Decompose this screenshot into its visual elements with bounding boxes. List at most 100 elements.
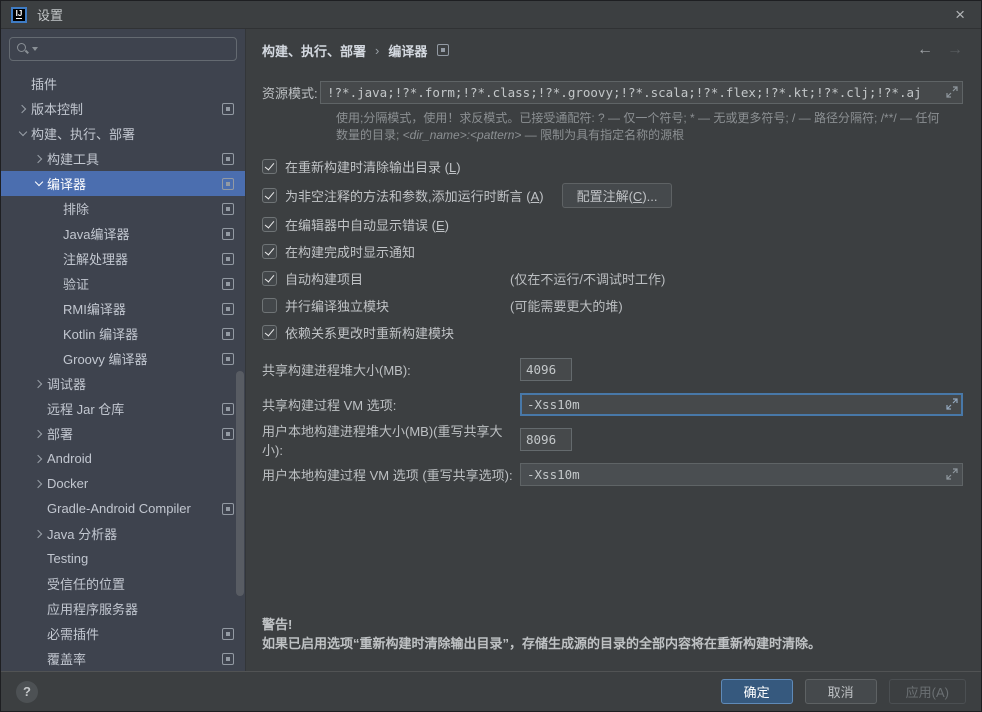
resource-patterns-label: 资源模式: (262, 83, 320, 102)
sidebar-item[interactable]: 构建、执行、部署 (1, 121, 245, 146)
expand-field-icon[interactable] (946, 86, 958, 98)
sidebar-item[interactable]: Java 分析器 (1, 521, 245, 546)
tree-indent-spacer (31, 401, 47, 417)
sidebar-scrollbar-thumb[interactable] (236, 371, 244, 596)
sidebar-item[interactable]: Docker (1, 471, 245, 496)
sidebar-item-label: 注解处理器 (63, 249, 128, 268)
screen-icon (222, 178, 234, 190)
sidebar-item[interactable]: Gradle-Android Compiler (1, 496, 245, 521)
sidebar-item[interactable]: 构建工具 (1, 146, 245, 171)
sidebar-item[interactable]: 应用程序服务器 (1, 596, 245, 621)
sidebar-item[interactable]: Android (1, 446, 245, 471)
sidebar-item-label: Docker (47, 476, 88, 491)
sidebar-item[interactable]: 排除 (1, 196, 245, 221)
shared-vm-options-wrap (520, 393, 963, 416)
tree-indent-spacer (15, 76, 31, 92)
chevron-right-icon[interactable] (31, 451, 47, 467)
sidebar-item-label: 插件 (31, 74, 57, 93)
checkbox[interactable] (262, 188, 277, 203)
cancel-button[interactable]: 取消 (805, 679, 877, 704)
search-input[interactable] (42, 42, 230, 57)
checkbox[interactable] (262, 325, 277, 340)
sidebar-item[interactable]: 远程 Jar 仓库 (1, 396, 245, 421)
breadcrumb-separator: › (375, 43, 379, 58)
sidebar-item[interactable]: 调试器 (1, 371, 245, 396)
chevron-right-icon[interactable] (31, 426, 47, 442)
checkbox[interactable] (262, 298, 277, 313)
resource-patterns-field-wrap (320, 81, 963, 104)
sidebar-item[interactable]: Groovy 编译器 (1, 346, 245, 371)
sidebar-item[interactable]: 受信任的位置 (1, 571, 245, 596)
checkbox[interactable] (262, 159, 277, 174)
chevron-down-icon[interactable] (31, 176, 47, 192)
sidebar-item[interactable]: Testing (1, 546, 245, 571)
checkbox-label: 并行编译独立模块 (285, 296, 389, 315)
checkbox[interactable] (262, 244, 277, 259)
sidebar-item-label: 排除 (63, 199, 89, 218)
shared-heap-size-input[interactable] (520, 358, 572, 381)
sidebar-item[interactable]: Kotlin 编译器 (1, 321, 245, 346)
tree-indent-spacer (47, 351, 63, 367)
chevron-right-icon[interactable] (31, 526, 47, 542)
resource-patterns-input[interactable] (320, 81, 963, 104)
compiler-options: 在重新构建时清除输出目录 (L) 为非空注释的方法和参数,添加运行时断言 (A)… (246, 153, 981, 346)
user-vm-options-input[interactable] (520, 463, 963, 486)
expand-field-icon[interactable] (946, 468, 958, 480)
search-icon (16, 42, 32, 56)
configure-annotations-button[interactable]: 配置注解(C)... (562, 183, 673, 208)
user-vm-options-wrap (520, 463, 963, 486)
search-box[interactable] (9, 37, 237, 61)
sidebar-item-label: 构建、执行、部署 (31, 124, 135, 143)
tree-indent-spacer (47, 251, 63, 267)
settings-dialog: IJ 设置 × 插件版本控制构建、执行、部署构建工具编译器排除Java编译器注解… (0, 0, 982, 712)
checkbox-row-rebuild-on-dependency-change: 依赖关系更改时重新构建模块 (262, 319, 981, 346)
shared-heap-size-row: 共享构建进程堆大小(MB): (262, 358, 963, 381)
title-bar: IJ 设置 × (1, 1, 981, 29)
sidebar-item[interactable]: RMI编译器 (1, 296, 245, 321)
expand-field-icon[interactable] (946, 398, 958, 410)
breadcrumb-parent[interactable]: 构建、执行、部署 (262, 41, 366, 60)
sidebar-item-label: Java编译器 (63, 224, 129, 243)
sidebar-item[interactable]: Java编译器 (1, 221, 245, 246)
chevron-down-icon[interactable] (15, 126, 31, 142)
sidebar-item[interactable]: 注解处理器 (1, 246, 245, 271)
settings-content: 构建、执行、部署 › 编译器 ← → 资源模式: (246, 29, 981, 671)
chevron-right-icon[interactable] (31, 376, 47, 392)
screen-icon (222, 503, 234, 515)
sidebar-item[interactable]: 验证 (1, 271, 245, 296)
forward-arrow-icon: → (947, 41, 963, 59)
sidebar-item-label: 构建工具 (47, 149, 99, 168)
sidebar-item-label: 受信任的位置 (47, 574, 125, 593)
sidebar-item[interactable]: 部署 (1, 421, 245, 446)
close-icon[interactable]: × (951, 6, 969, 23)
checkbox[interactable] (262, 271, 277, 286)
chevron-right-icon[interactable] (31, 476, 47, 492)
sidebar-item[interactable]: 编译器 (1, 171, 245, 196)
sidebar-item[interactable]: 版本控制 (1, 96, 245, 121)
checkbox-row-runtime-assertions: 为非空注释的方法和参数,添加运行时断言 (A) 配置注解(C)... (262, 180, 981, 211)
checkbox-row-parallel-compile: 并行编译独立模块 (可能需要更大的堆) (262, 292, 981, 319)
checkbox-label: 在构建完成时显示通知 (285, 242, 415, 261)
chevron-right-icon[interactable] (15, 101, 31, 117)
user-vm-options-row: 用户本地构建过程 VM 选项 (重写共享选项): (262, 463, 963, 486)
screen-icon (222, 278, 234, 290)
shared-vm-options-input[interactable] (520, 393, 963, 416)
user-heap-size-input[interactable] (520, 428, 572, 451)
chevron-right-icon[interactable] (31, 151, 47, 167)
sidebar-item[interactable]: 插件 (1, 71, 245, 96)
checkbox-label: 为非空注释的方法和参数,添加运行时断言 (A) (285, 186, 544, 205)
ok-button[interactable]: 确定 (721, 679, 793, 704)
sidebar-item[interactable]: 必需插件 (1, 621, 245, 646)
search-options-caret-icon[interactable] (32, 47, 38, 51)
screen-icon (437, 44, 449, 56)
screen-icon (222, 203, 234, 215)
checkbox-hint: (仅在不运行/不调试时工作) (510, 269, 665, 288)
checkbox-label: 依赖关系更改时重新构建模块 (285, 323, 454, 342)
sidebar-item[interactable]: 覆盖率 (1, 646, 245, 671)
checkbox-label: 在编辑器中自动显示错误 (E) (285, 215, 449, 234)
checkbox-hint: (可能需要更大的堆) (510, 296, 623, 315)
field-label: 共享构建过程 VM 选项: (262, 395, 520, 414)
help-icon[interactable]: ? (16, 681, 38, 703)
checkbox[interactable] (262, 217, 277, 232)
back-arrow-icon[interactable]: ← (917, 41, 933, 59)
